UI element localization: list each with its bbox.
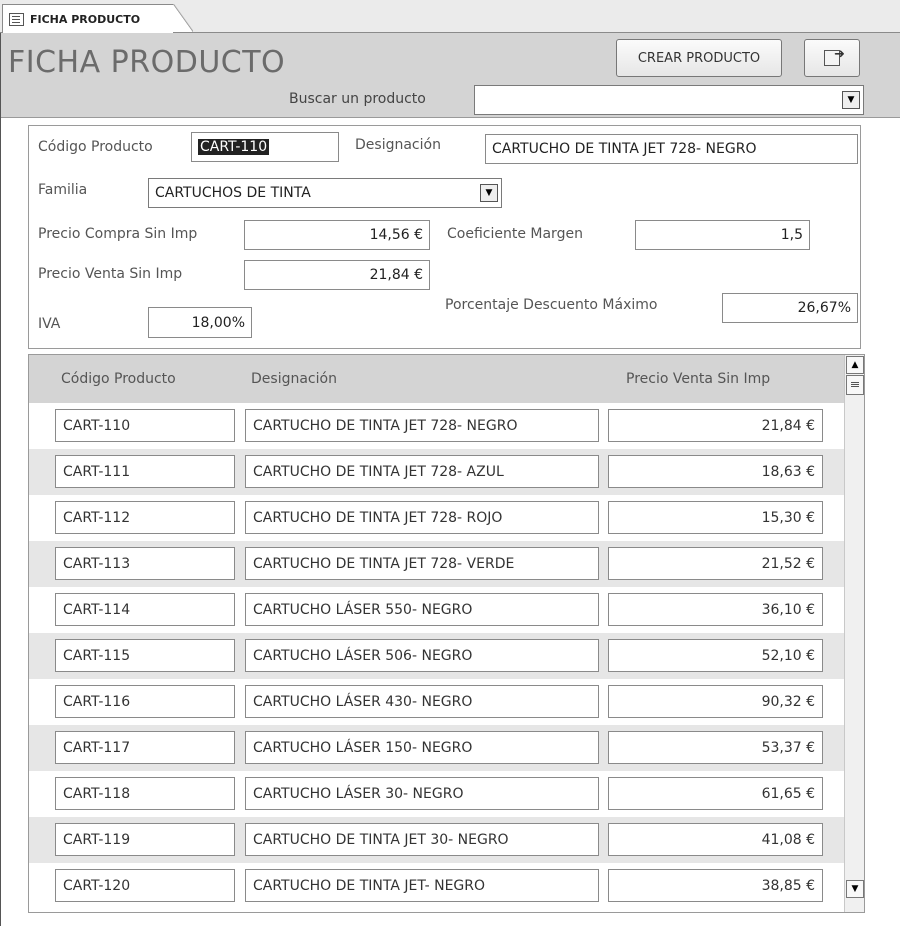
row-designation-cell[interactable]: CARTUCHO LÁSER 150- NEGRO xyxy=(245,731,599,764)
code-label: Código Producto xyxy=(38,139,153,155)
row-designation-cell[interactable]: CARTUCHO LÁSER 506- NEGRO xyxy=(245,639,599,672)
designation-label: Designación xyxy=(355,137,441,153)
dropdown-arrow-icon[interactable]: ▼ xyxy=(480,184,498,202)
margin-label: Coeficiente Margen xyxy=(447,226,583,242)
row-designation-cell[interactable]: CARTUCHO DE TINTA JET 728- ROJO xyxy=(245,501,599,534)
row-code-cell[interactable]: CART-120 xyxy=(55,869,235,902)
row-price-cell[interactable]: 21,84 € xyxy=(608,409,823,442)
scroll-down-icon[interactable]: ▼ xyxy=(846,880,864,898)
column-header-sale-price: Precio Venta Sin Imp xyxy=(626,371,771,387)
row-designation-cell[interactable]: CARTUCHO LÁSER 430- NEGRO xyxy=(245,685,599,718)
form-header: FICHA PRODUCTO CREAR PRODUCTO Buscar un … xyxy=(1,33,900,118)
table-row[interactable]: CART-111 CARTUCHO DE TINTA JET 728- AZUL… xyxy=(29,449,864,495)
sale-price-label: Precio Venta Sin Imp xyxy=(38,266,183,282)
table-row[interactable]: CART-110 CARTUCHO DE TINTA JET 728- NEGR… xyxy=(29,403,864,449)
list-scrollbar[interactable]: ▲ ▼ xyxy=(844,355,864,912)
list-header: Código Producto Designación Precio Venta… xyxy=(29,355,864,403)
designation-field[interactable]: CARTUCHO DE TINTA JET 728- NEGRO xyxy=(485,134,858,164)
product-list: Código Producto Designación Precio Venta… xyxy=(28,354,865,913)
purchase-price-field[interactable]: 14,56 € xyxy=(244,220,430,250)
row-code-cell[interactable]: CART-111 xyxy=(55,455,235,488)
table-row[interactable]: CART-112 CARTUCHO DE TINTA JET 728- ROJO… xyxy=(29,495,864,541)
create-product-button[interactable]: CREAR PRODUCTO xyxy=(616,39,782,77)
row-designation-cell[interactable]: CARTUCHO DE TINTA JET 728- VERDE xyxy=(245,547,599,580)
table-row[interactable]: CART-115 CARTUCHO LÁSER 506- NEGRO 52,10… xyxy=(29,633,864,679)
row-code-cell[interactable]: CART-115 xyxy=(55,639,235,672)
row-price-cell[interactable]: 36,10 € xyxy=(608,593,823,626)
row-code-cell[interactable]: CART-110 xyxy=(55,409,235,442)
row-code-cell[interactable]: CART-113 xyxy=(55,547,235,580)
search-label: Buscar un producto xyxy=(289,91,426,107)
product-detail-panel: Código Producto CART-110 Designación CAR… xyxy=(28,125,861,349)
row-designation-cell[interactable]: CARTUCHO DE TINTA JET 30- NEGRO xyxy=(245,823,599,856)
column-header-code: Código Producto xyxy=(61,371,176,387)
row-designation-cell[interactable]: CARTUCHO DE TINTA JET 728- AZUL xyxy=(245,455,599,488)
page-title: FICHA PRODUCTO xyxy=(8,45,286,80)
document-tab-strip: FICHA PRODUCTO xyxy=(0,0,900,33)
discount-field[interactable]: 26,67% xyxy=(722,293,858,323)
row-designation-cell[interactable]: CARTUCHO DE TINTA JET- NEGRO xyxy=(245,869,599,902)
table-row[interactable]: CART-119 CARTUCHO DE TINTA JET 30- NEGRO… xyxy=(29,817,864,863)
row-code-cell[interactable]: CART-112 xyxy=(55,501,235,534)
row-code-cell[interactable]: CART-118 xyxy=(55,777,235,810)
table-row[interactable]: CART-120 CARTUCHO DE TINTA JET- NEGRO 38… xyxy=(29,863,864,909)
row-code-cell[interactable]: CART-116 xyxy=(55,685,235,718)
table-row[interactable]: CART-118 CARTUCHO LÁSER 30- NEGRO 61,65 … xyxy=(29,771,864,817)
family-combo[interactable]: CARTUCHOS DE TINTA ▼ xyxy=(148,178,502,208)
column-header-designation: Designación xyxy=(251,371,337,387)
row-code-cell[interactable]: CART-114 xyxy=(55,593,235,626)
exit-button[interactable] xyxy=(804,39,860,77)
row-designation-cell[interactable]: CARTUCHO DE TINTA JET 728- NEGRO xyxy=(245,409,599,442)
row-designation-cell[interactable]: CARTUCHO LÁSER 550- NEGRO xyxy=(245,593,599,626)
row-price-cell[interactable]: 90,32 € xyxy=(608,685,823,718)
row-price-cell[interactable]: 38,85 € xyxy=(608,869,823,902)
dropdown-arrow-icon[interactable]: ▼ xyxy=(842,91,860,109)
row-designation-cell[interactable]: CARTUCHO LÁSER 30- NEGRO xyxy=(245,777,599,810)
tab-label: FICHA PRODUCTO xyxy=(30,12,141,26)
purchase-price-label: Precio Compra Sin Imp xyxy=(38,226,198,242)
search-product-combo[interactable]: ▼ xyxy=(474,85,864,115)
code-field[interactable]: CART-110 xyxy=(191,132,339,162)
row-price-cell[interactable]: 18,63 € xyxy=(608,455,823,488)
table-row[interactable]: CART-114 CARTUCHO LÁSER 550- NEGRO 36,10… xyxy=(29,587,864,633)
row-price-cell[interactable]: 52,10 € xyxy=(608,639,823,672)
exit-door-icon xyxy=(824,47,845,66)
row-price-cell[interactable]: 15,30 € xyxy=(608,501,823,534)
scroll-up-icon[interactable]: ▲ xyxy=(846,356,864,374)
row-price-cell[interactable]: 21,52 € xyxy=(608,547,823,580)
discount-label: Porcentaje Descuento Máximo xyxy=(445,297,658,313)
vat-label: IVA xyxy=(38,316,61,332)
sale-price-field[interactable]: 21,84 € xyxy=(244,260,430,290)
vat-field[interactable]: 18,00% xyxy=(148,307,252,338)
row-price-cell[interactable]: 41,08 € xyxy=(608,823,823,856)
table-row[interactable]: CART-113 CARTUCHO DE TINTA JET 728- VERD… xyxy=(29,541,864,587)
family-label: Familia xyxy=(38,182,88,198)
form-icon xyxy=(9,12,24,26)
table-row[interactable]: CART-116 CARTUCHO LÁSER 430- NEGRO 90,32… xyxy=(29,679,864,725)
table-row[interactable]: CART-117 CARTUCHO LÁSER 150- NEGRO 53,37… xyxy=(29,725,864,771)
code-value: CART-110 xyxy=(198,139,270,155)
margin-field[interactable]: 1,5 xyxy=(635,220,810,250)
row-code-cell[interactable]: CART-117 xyxy=(55,731,235,764)
row-code-cell[interactable]: CART-119 xyxy=(55,823,235,856)
family-value: CARTUCHOS DE TINTA xyxy=(155,185,311,201)
scrollbar-thumb[interactable] xyxy=(846,375,864,395)
row-price-cell[interactable]: 61,65 € xyxy=(608,777,823,810)
tab-ficha-producto[interactable]: FICHA PRODUCTO xyxy=(2,4,193,33)
row-price-cell[interactable]: 53,37 € xyxy=(608,731,823,764)
